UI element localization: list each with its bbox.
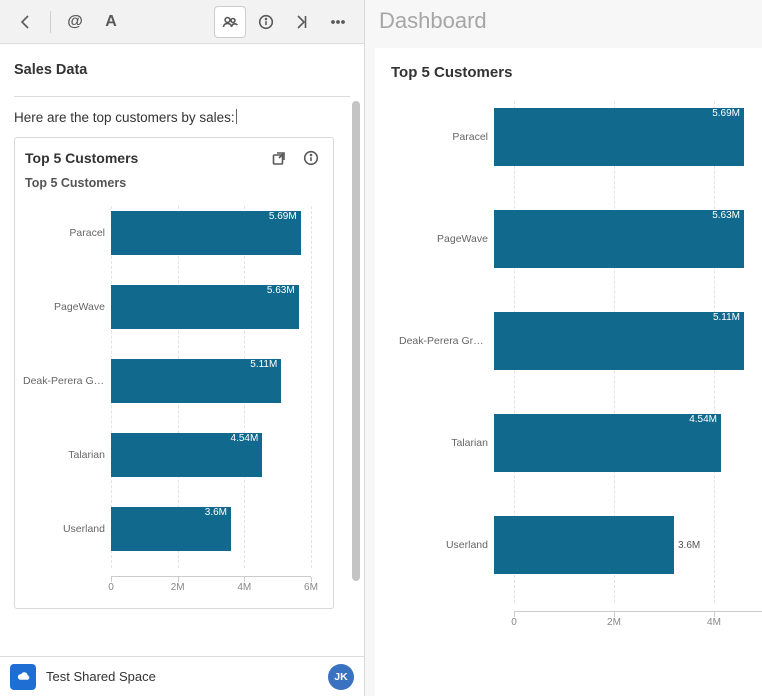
chart-row: PageWave 5.63M xyxy=(399,203,744,275)
embedded-chart: Paracel 5.69M PageWave 5.63M Deak-Perera Gro… xyxy=(15,206,333,604)
data-label: 5.11M xyxy=(713,312,740,323)
dashboard-chart-plot: Paracel 5.69M PageWave 5.63M Deak-Perera Gro… xyxy=(399,101,744,639)
chart-row: Talarian 4.54M xyxy=(23,428,325,482)
bar[interactable]: 5.63M xyxy=(494,210,744,268)
share-icon[interactable] xyxy=(267,146,291,170)
tick-label: 4M xyxy=(707,617,721,628)
chart-row: Talarian 4.54M xyxy=(399,407,744,479)
tick-label: 0 xyxy=(108,582,114,593)
x-axis: 02M4M6M xyxy=(111,576,311,594)
card-title: Top 5 Customers xyxy=(25,150,259,166)
collaborators-button[interactable] xyxy=(214,6,246,38)
tick-label: 0 xyxy=(511,617,517,628)
cloud-icon[interactable] xyxy=(10,664,36,690)
chart-row: Deak-Perera Group. 5.11M xyxy=(23,354,325,408)
tick-label: 4M xyxy=(237,582,251,593)
data-label: 4.54M xyxy=(689,414,717,425)
bar[interactable]: 5.69M xyxy=(494,108,744,166)
info-button[interactable] xyxy=(250,6,282,38)
category-label: Talarian xyxy=(23,449,111,461)
data-label: 5.63M xyxy=(267,285,295,296)
bar[interactable]: 3.6M xyxy=(111,507,231,551)
category-label: Talarian xyxy=(399,437,494,449)
embedded-chart-card: Top 5 Customers Top 5 Customers Paracel 5… xyxy=(14,137,334,609)
chart-row: Userland 3.6M xyxy=(23,502,325,556)
dashboard-title: Dashboard xyxy=(365,0,762,44)
chart-row: Userland 3.6M xyxy=(399,509,744,581)
data-label: 5.11M xyxy=(250,359,277,370)
chart-row: Paracel 5.69M xyxy=(399,101,744,173)
bar[interactable]: 5.63M xyxy=(111,285,299,329)
document-title: Sales Data xyxy=(14,62,350,78)
category-label: Paracel xyxy=(23,227,111,239)
category-label: Userland xyxy=(399,539,494,551)
data-label: 5.69M xyxy=(712,108,740,119)
category-label: PageWave xyxy=(399,233,494,245)
card-subtitle: Top 5 Customers xyxy=(15,174,333,196)
scrollbar-thumb[interactable] xyxy=(352,101,360,581)
tick-label: 6M xyxy=(304,582,318,593)
editor-body[interactable]: Here are the top customers by sales: Top… xyxy=(0,97,364,696)
separator xyxy=(50,11,51,33)
skip-end-button[interactable] xyxy=(286,6,318,38)
bar[interactable]: 5.11M xyxy=(111,359,281,403)
chart-plot: Paracel 5.69M PageWave 5.63M Deak-Perera Gro… xyxy=(23,206,325,604)
data-label: 5.69M xyxy=(269,211,297,222)
bar[interactable]: 4.54M xyxy=(494,414,721,472)
more-button[interactable] xyxy=(322,6,354,38)
back-button[interactable] xyxy=(10,6,42,38)
bar[interactable]: 5.11M xyxy=(494,312,744,370)
chart-row: Paracel 5.69M xyxy=(23,206,325,260)
data-label: 5.63M xyxy=(712,210,740,221)
tick-label: 2M xyxy=(171,582,185,593)
user-avatar[interactable]: JK xyxy=(328,664,354,690)
bar[interactable]: 4.54M xyxy=(111,433,262,477)
dashboard-chart-title: Top 5 Customers xyxy=(391,64,752,81)
x-axis: 0 2M 4M xyxy=(514,611,762,629)
category-label: Deak-Perera Group. xyxy=(399,335,494,347)
bar[interactable] xyxy=(494,516,674,574)
space-name[interactable]: Test Shared Space xyxy=(46,669,156,684)
bar[interactable]: 5.69M xyxy=(111,211,301,255)
mention-button[interactable]: @ xyxy=(59,6,91,38)
card-info-icon[interactable] xyxy=(299,146,323,170)
category-label: PageWave xyxy=(23,301,111,313)
data-label: 4.54M xyxy=(231,433,259,444)
category-label: Userland xyxy=(23,523,111,535)
editor-toolbar: @ A xyxy=(0,0,364,44)
data-label: 3.6M xyxy=(205,507,227,518)
paragraph[interactable]: Here are the top customers by sales: xyxy=(14,103,344,135)
chart-row: Deak-Perera Group. 5.11M xyxy=(399,305,744,377)
paragraph-text: Here are the top customers by sales: xyxy=(14,110,235,125)
chart-row: PageWave 5.63M xyxy=(23,280,325,334)
data-label: 3.6M xyxy=(678,540,700,551)
text-caret xyxy=(236,109,237,124)
tick-label: 2M xyxy=(607,617,621,628)
text-style-button[interactable]: A xyxy=(95,6,127,38)
scrollbar[interactable] xyxy=(350,101,362,692)
category-label: Paracel xyxy=(399,131,494,143)
dashboard-chart-card: Top 5 Customers Paracel 5.69M PageWave 5.63… xyxy=(375,48,762,696)
footer-bar: Test Shared Space JK xyxy=(0,656,364,696)
category-label: Deak-Perera Group. xyxy=(23,375,111,387)
